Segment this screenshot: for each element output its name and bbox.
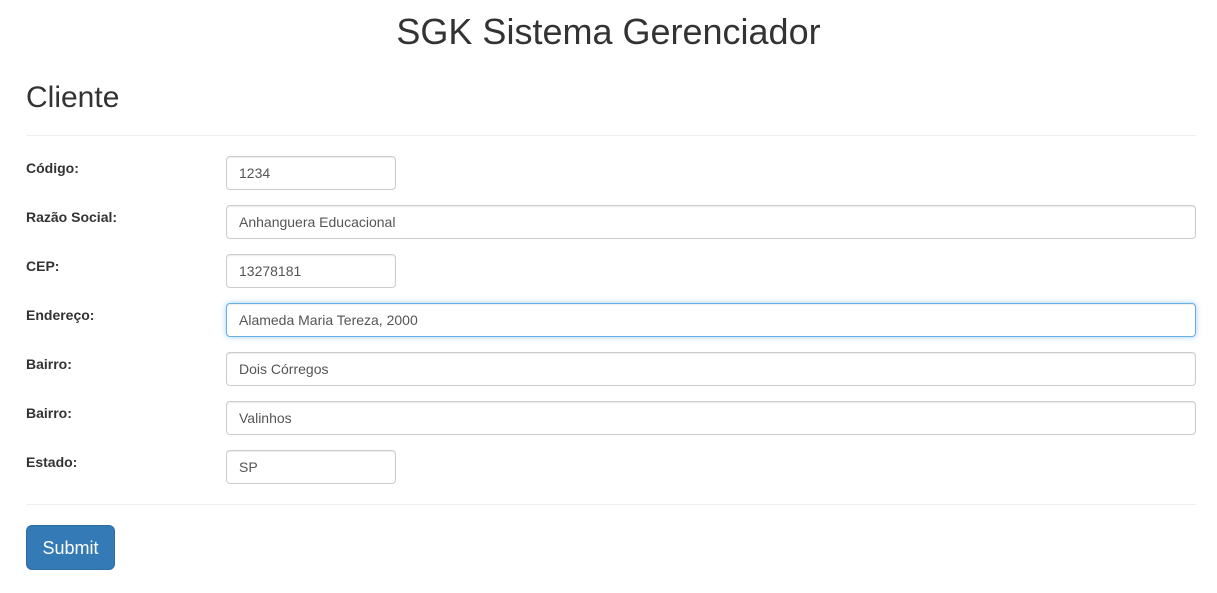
form-title: Cliente: [26, 81, 120, 114]
form-row-endereco: Endereço:: [26, 303, 1196, 337]
cidade-label: Bairro:: [26, 405, 72, 421]
endereco-input[interactable]: [226, 303, 1196, 337]
cidade-input[interactable]: [226, 401, 1196, 435]
top-divider: [26, 135, 1196, 136]
bairro-input[interactable]: [226, 352, 1196, 386]
estado-input[interactable]: [226, 450, 396, 484]
bottom-divider: [26, 504, 1196, 505]
cep-input[interactable]: [226, 254, 396, 288]
form-row-cep: CEP:: [26, 254, 1196, 288]
form-row-codigo: Código:: [26, 156, 1196, 190]
form-row-estado: Estado:: [26, 450, 1196, 484]
app-title: SGK Sistema Gerenciador: [396, 11, 821, 52]
codigo-input[interactable]: [226, 156, 396, 190]
cep-label: CEP:: [26, 258, 60, 274]
endereco-label: Endereço:: [26, 307, 95, 323]
submit-button[interactable]: Submit: [26, 525, 115, 570]
form-row-cidade: Bairro:: [26, 401, 1196, 435]
codigo-label: Código:: [26, 160, 79, 176]
bairro-label: Bairro:: [26, 356, 72, 372]
form-row-razao-social: Razão Social:: [26, 205, 1196, 239]
estado-label: Estado:: [26, 454, 78, 470]
page: SGK Sistema Gerenciador Cliente Código: …: [0, 0, 1217, 593]
razao-social-label: Razão Social:: [26, 209, 118, 225]
form-row-bairro: Bairro:: [26, 352, 1196, 386]
razao-social-input[interactable]: [226, 205, 1196, 239]
